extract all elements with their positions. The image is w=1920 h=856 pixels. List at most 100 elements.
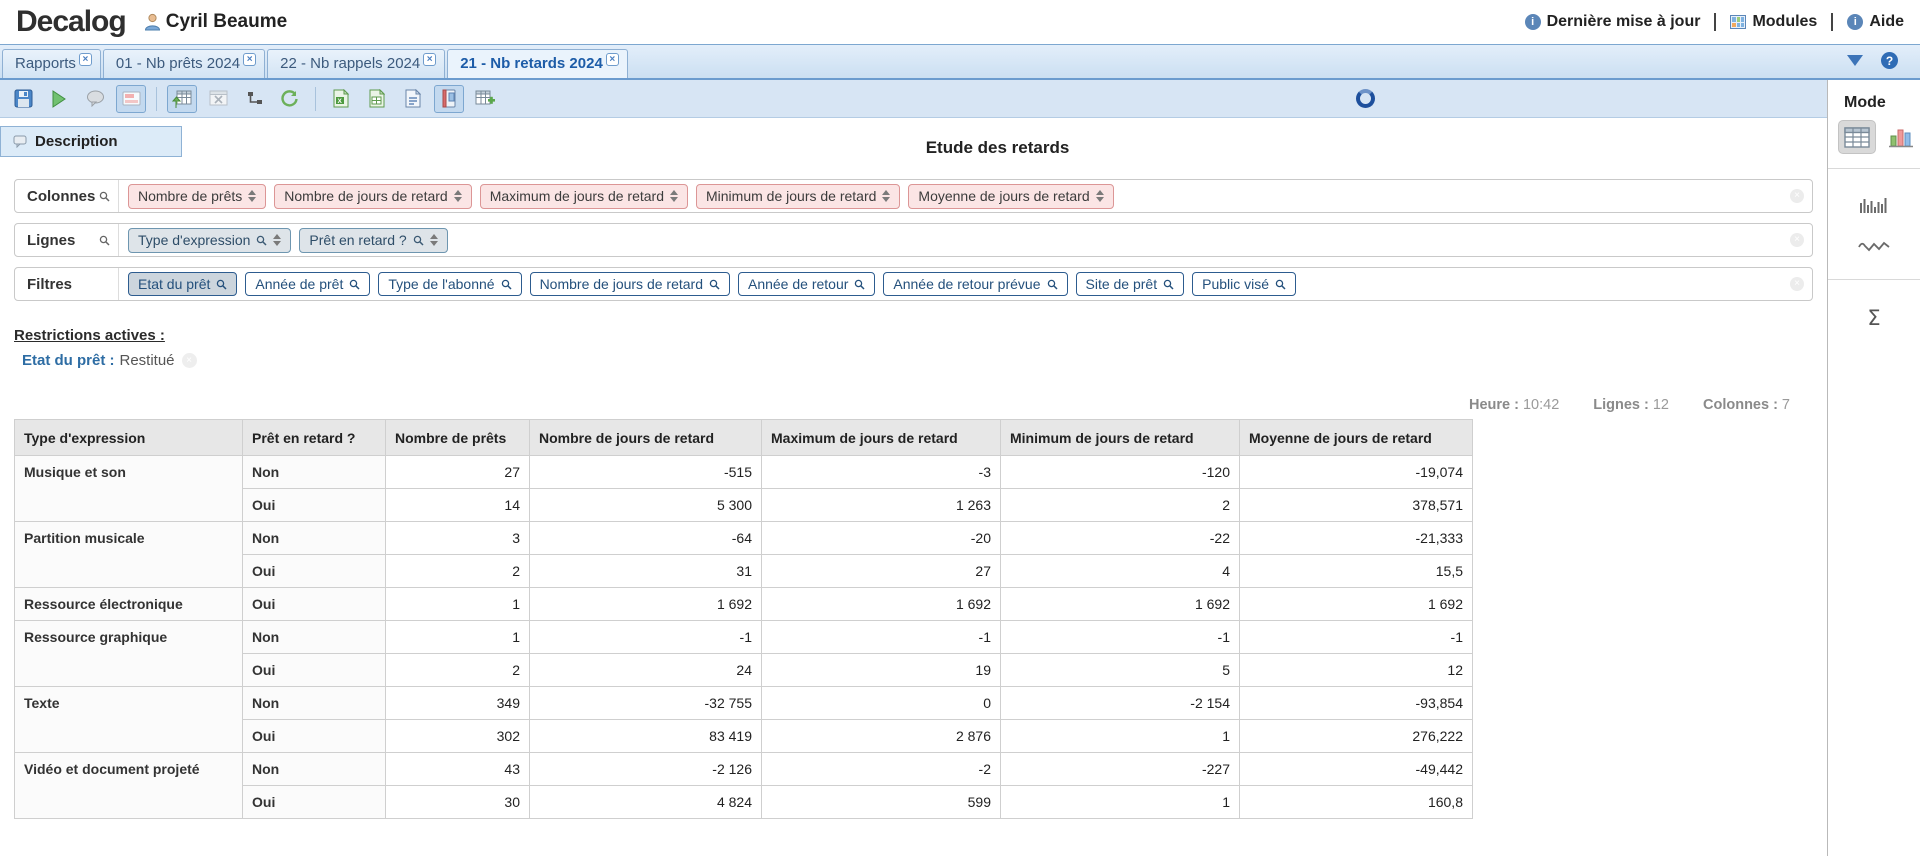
column-chip-nombre-de-pr-ts[interactable]: Nombre de prêts (128, 183, 267, 209)
tab-close-icon[interactable]: × (78, 53, 92, 66)
sigma-icon: Σ (1867, 306, 1881, 330)
last-update-link[interactable]: i Dernière mise à jour (1524, 13, 1700, 31)
tab-rapports[interactable]: Rapports × (2, 49, 101, 78)
sort-icon[interactable] (882, 190, 891, 202)
stat-value: 12 (1652, 397, 1669, 413)
column-header-minimum-de-jours-de-retard[interactable]: Minimum de jours de retard (1000, 419, 1240, 456)
comment-icon (13, 135, 27, 148)
filter-chip-ann-e-de-retour[interactable]: Année de retour (737, 272, 876, 296)
cell-value: 2 (385, 554, 530, 588)
bar-chart-mode-button[interactable] (1882, 120, 1920, 154)
cell-pret-en-retard: Oui (242, 587, 386, 621)
clear-zone-icon[interactable]: × (1790, 189, 1804, 203)
histogram-mode-button[interactable] (1828, 195, 1920, 213)
cell-value: -19,074 (1239, 455, 1473, 489)
cell-type-expression: Ressource électronique (14, 587, 243, 621)
refresh-button[interactable] (275, 85, 305, 113)
table-add-icon (475, 90, 495, 104)
cell-pret-en-retard: Oui (242, 653, 386, 687)
info-icon: i (1524, 14, 1541, 30)
column-chip-minimum-de-jours-de-retard[interactable]: Minimum de jours de retard (696, 183, 901, 209)
clear-zone-icon[interactable]: × (1790, 277, 1804, 291)
table-load-button[interactable] (167, 84, 197, 113)
cell-value: -1 (761, 620, 1001, 654)
column-chip-nombre-de-jours-de-retard[interactable]: Nombre de jours de retard (274, 183, 472, 209)
cell-value: 2 (1000, 488, 1240, 522)
sort-icon[interactable] (670, 190, 678, 202)
stat-value: 10:42 (1522, 397, 1560, 413)
table-clear-button[interactable] (203, 85, 233, 113)
row-chip-pr-t-en-retard[interactable]: Prêt en retard ? (299, 227, 448, 253)
cell-pret-en-retard: Non (242, 455, 386, 489)
chip-label: Minimum de jours de retard (706, 188, 877, 204)
column-chip-moyenne-de-jours-de-retard[interactable]: Moyenne de jours de retard (908, 183, 1114, 209)
search-icon[interactable] (99, 235, 110, 246)
sort-icon[interactable] (248, 190, 257, 202)
filter-chip-nombre-de-jours-de-retard[interactable]: Nombre de jours de retard (529, 272, 730, 296)
column-header-pr-t-en-retard[interactable]: Prêt en retard ? (242, 419, 386, 456)
chip-label: Public visé (1202, 276, 1270, 292)
modules-link[interactable]: Modules (1730, 13, 1817, 31)
current-user: Cyril Beaume (144, 11, 287, 33)
column-header-maximum-de-jours-de-retard[interactable]: Maximum de jours de retard (761, 419, 1001, 456)
tab-description[interactable]: Description (0, 126, 182, 157)
help-link[interactable]: i Aide (1847, 13, 1904, 31)
cell-value: 14 (385, 488, 530, 522)
layout-panel-icon (122, 91, 140, 106)
help-icon[interactable]: ? (1881, 52, 1898, 69)
cell-pret-en-retard: Non (242, 620, 386, 654)
save-button[interactable] (8, 85, 38, 113)
layout-panel-button[interactable] (116, 84, 146, 113)
cell-value: 1 (385, 620, 530, 654)
filter-chip-ann-e-de-pr-t[interactable]: Année de prêt (245, 272, 371, 296)
cell-value: 4 (1000, 554, 1240, 588)
filter-chip-etat-du-pr-t[interactable]: Etat du prêt (128, 272, 238, 296)
tab-22-nb-rappels-2024[interactable]: 22 - Nb rappels 2024 × (267, 49, 446, 78)
column-header-moyenne-de-jours-de-retard[interactable]: Moyenne de jours de retard (1239, 419, 1473, 456)
comment-button[interactable] (80, 85, 110, 113)
cell-value: 1 (385, 587, 530, 621)
search-icon[interactable] (99, 191, 110, 202)
sort-icon[interactable] (453, 190, 462, 202)
cell-value: -93,854 (1239, 686, 1473, 720)
filter-chip-public-vis[interactable]: Public visé (1192, 272, 1297, 296)
clear-zone-icon[interactable]: × (1790, 233, 1804, 247)
chevron-down-icon[interactable] (1847, 55, 1863, 66)
export-sheet-button[interactable] (362, 85, 392, 113)
report-content: Description Etude des retards Colonnes N… (0, 118, 1827, 856)
export-doc-button[interactable] (398, 85, 428, 113)
tab-close-icon[interactable]: × (423, 53, 437, 66)
sort-icon[interactable] (273, 234, 282, 246)
cell-value: 302 (385, 719, 530, 753)
filter-chip-ann-e-de-retour-pr-vue[interactable]: Année de retour prévue (883, 272, 1068, 296)
tab-close-icon[interactable]: × (605, 53, 619, 66)
column-header-nombre-de-jours-de-retard[interactable]: Nombre de jours de retard (529, 419, 762, 456)
remove-restriction-icon[interactable]: × (181, 353, 197, 368)
tab-21-nb-retards-2024[interactable]: 21 - Nb retards 2024 × (447, 49, 628, 78)
cell-pret-en-retard: Oui (242, 719, 386, 753)
sort-icon[interactable] (429, 234, 438, 246)
sum-mode-button[interactable]: Σ (1828, 306, 1920, 330)
curve-mode-button[interactable] (1828, 239, 1920, 253)
divider (1714, 13, 1717, 31)
toolbar-divider (156, 86, 157, 111)
dependencies-button[interactable] (239, 85, 269, 113)
bar-chart-icon (1889, 129, 1913, 148)
column-header-nombre-de-pr-ts[interactable]: Nombre de prêts (385, 419, 530, 456)
row-chip-type-d-expression[interactable]: Type d'expression (128, 227, 292, 253)
tab-close-icon[interactable]: × (243, 53, 257, 66)
run-button[interactable] (44, 85, 74, 113)
column-header-type-d-expression[interactable]: Type d'expression (14, 419, 243, 456)
restriction-value: Restitué (119, 352, 175, 369)
filter-chip-site-de-pr-t[interactable]: Site de prêt (1075, 272, 1185, 296)
result-stats: Heure :10:42 Lignes :12 Colonnes :7 (14, 397, 1790, 413)
sort-icon[interactable] (1095, 190, 1104, 202)
report-book-button[interactable] (434, 84, 464, 113)
stat-value: 7 (1781, 397, 1790, 413)
table-add-button[interactable] (470, 85, 500, 113)
tab-01-nb-pr-ts-2024[interactable]: 01 - Nb prêts 2024 × (102, 49, 266, 78)
column-chip-maximum-de-jours-de-retard[interactable]: Maximum de jours de retard (479, 183, 688, 209)
table-mode-button[interactable] (1838, 120, 1876, 154)
filter-chip-type-de-l-abonn[interactable]: Type de l'abonné (378, 272, 522, 296)
export-excel-button[interactable]: X (326, 85, 356, 113)
